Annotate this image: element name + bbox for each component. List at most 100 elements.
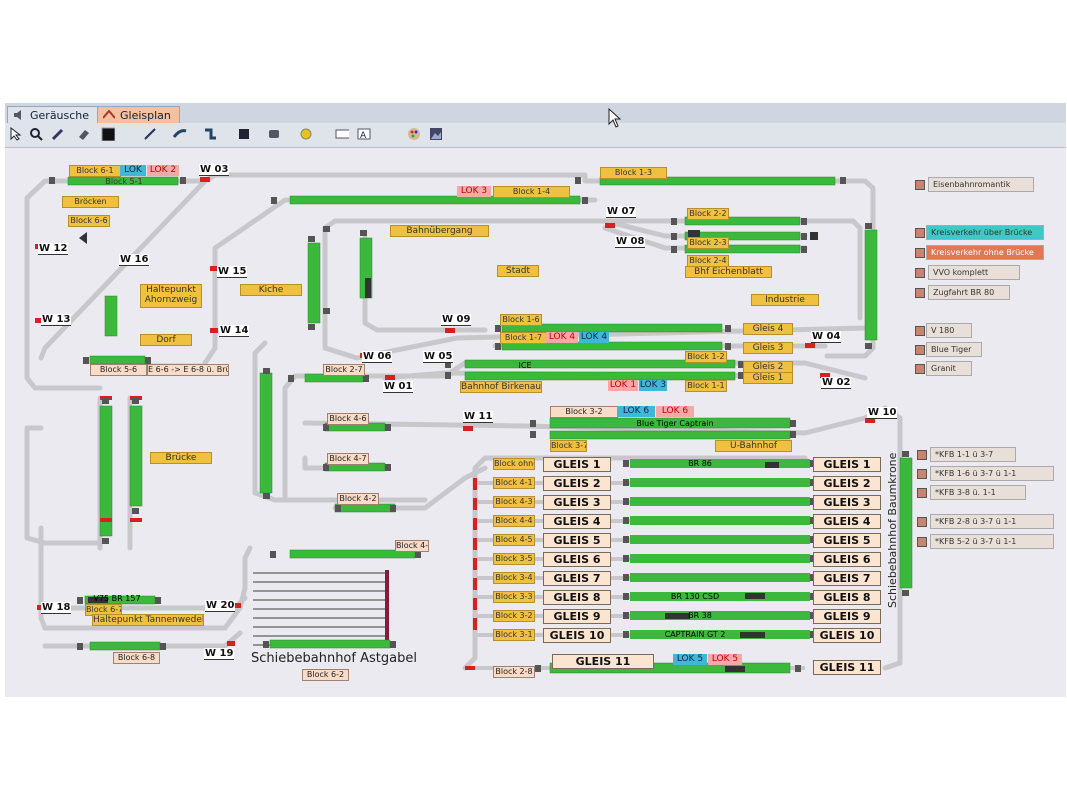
track-label[interactable]: GLEIS 8	[543, 590, 611, 605]
track-label[interactable]: Gleis 3	[743, 342, 793, 354]
switch-w15[interactable]: W 15	[217, 266, 248, 278]
track-label[interactable]: GLEIS 6	[813, 552, 881, 567]
route-button[interactable]	[915, 228, 925, 238]
signal-icon[interactable]	[203, 127, 217, 141]
route-item[interactable]: *KFB 1-6 ü 3-7 ü 1-1	[930, 466, 1054, 481]
track-label[interactable]: GLEIS 2	[543, 476, 611, 491]
track-label[interactable]: GLEIS 10	[543, 628, 611, 643]
line-icon[interactable]	[143, 127, 157, 141]
image-icon[interactable]: A	[357, 127, 371, 141]
route-item[interactable]: *KFB 1-1 ü 3-7	[930, 447, 1016, 462]
switch-w01[interactable]: W 01	[383, 381, 414, 393]
switch-w19[interactable]: W 19	[204, 648, 235, 660]
station-label[interactable]: Bahnhof Birkenau	[460, 381, 542, 393]
switch-w16[interactable]: W 16	[119, 254, 150, 266]
tab-geraeusche[interactable]: Geräusche	[7, 106, 99, 124]
station-label[interactable]: U-Bahnhof	[715, 440, 792, 452]
route-button[interactable]	[917, 488, 927, 498]
paint-icon[interactable]	[77, 127, 91, 141]
switch-w05[interactable]: W 05	[423, 351, 454, 363]
route-button[interactable]	[915, 326, 925, 336]
route-item[interactable]: V 180	[926, 323, 972, 338]
route-button[interactable]	[915, 248, 925, 258]
station-label[interactable]: Haltepunkt Tannenwedel	[92, 614, 204, 626]
switch-w11[interactable]: W 11	[463, 411, 494, 423]
route-item[interactable]: Blue Tiger	[926, 342, 982, 357]
switch-w08[interactable]: W 08	[615, 236, 646, 248]
switch-w18[interactable]: W 18	[41, 602, 72, 614]
place-label[interactable]: Industrie	[751, 294, 819, 306]
track-label[interactable]: GLEIS 11	[813, 660, 881, 675]
switch-w06[interactable]: W 06	[362, 351, 393, 363]
track-label[interactable]: GLEIS 8	[813, 590, 881, 605]
route-button[interactable]	[915, 288, 925, 298]
place-label[interactable]: Stadt	[497, 265, 539, 277]
track-label[interactable]: GLEIS 2	[813, 476, 881, 491]
track-icon[interactable]	[173, 127, 187, 141]
route-button[interactable]	[915, 268, 925, 278]
place-label[interactable]: Kiche	[240, 284, 302, 296]
route-item[interactable]: *KFB 3-8 ü. 1-1	[930, 485, 1026, 500]
text-icon[interactable]	[335, 127, 349, 141]
block-label: Block 3-4	[493, 572, 535, 584]
switch-w13[interactable]: W 13	[41, 314, 72, 326]
track-label[interactable]: GLEIS 4	[543, 514, 611, 529]
switch-w07[interactable]: W 07	[606, 206, 637, 218]
track-label[interactable]: GLEIS 1	[543, 457, 611, 472]
route-button[interactable]	[915, 345, 925, 355]
track-label[interactable]: GLEIS 3	[813, 495, 881, 510]
block-icon[interactable]	[237, 127, 251, 141]
switch-w04[interactable]: W 04	[811, 331, 842, 343]
track-label[interactable]: GLEIS 3	[543, 495, 611, 510]
box-icon[interactable]	[267, 127, 281, 141]
track-label[interactable]: GLEIS 7	[813, 571, 881, 586]
route-item[interactable]: *KFB 5-2 ü 3-7 ü 1-1	[930, 534, 1054, 549]
switch-w20[interactable]: W 20	[205, 600, 236, 612]
cursor-icon[interactable]	[9, 127, 23, 141]
place-label[interactable]: Bröcken	[62, 196, 119, 208]
route-button[interactable]	[917, 517, 927, 527]
track-label[interactable]: GLEIS 1	[813, 457, 881, 472]
tab-gleisplan[interactable]: Gleisplan	[97, 106, 180, 124]
route-button[interactable]	[917, 537, 927, 547]
route-item[interactable]: Eisenbahnromantik	[928, 177, 1034, 192]
track-label[interactable]: GLEIS 10	[813, 628, 881, 643]
route-button[interactable]	[915, 180, 925, 190]
route-item[interactable]: Granit	[926, 361, 972, 376]
zoom-icon[interactable]	[29, 127, 43, 141]
switch-w10[interactable]: W 10	[867, 407, 898, 419]
picture-icon[interactable]	[429, 127, 443, 141]
route-item[interactable]: *KFB 2-8 ü 3-7 ü 1-1	[930, 514, 1054, 529]
color-swatch-icon[interactable]	[101, 127, 115, 141]
pencil-icon[interactable]	[51, 127, 65, 141]
track-label[interactable]: Gleis 4	[743, 323, 793, 335]
switch-w09[interactable]: W 09	[441, 314, 472, 326]
route-button[interactable]	[915, 364, 925, 374]
place-label[interactable]: Brücke	[150, 452, 212, 464]
circle-icon[interactable]	[299, 127, 313, 141]
station-label[interactable]: Haltepunkt Ahornzweig	[140, 284, 202, 308]
place-label[interactable]: Dorf	[140, 334, 192, 346]
track-label[interactable]: GLEIS 7	[543, 571, 611, 586]
track-label[interactable]: GLEIS 9	[813, 609, 881, 624]
switch-w14[interactable]: W 14	[219, 325, 250, 337]
route-button[interactable]	[917, 450, 927, 460]
palette-icon[interactable]	[407, 127, 421, 141]
route-item[interactable]: VVO komplett	[928, 265, 1020, 280]
track-label[interactable]: GLEIS 5	[813, 533, 881, 548]
track-label[interactable]: Gleis 1	[743, 372, 793, 384]
track-label[interactable]: GLEIS 5	[543, 533, 611, 548]
route-item[interactable]: Kreisverkehr ohne Brücke	[926, 245, 1044, 260]
switch-w12[interactable]: W 12	[38, 243, 69, 255]
route-button[interactable]	[917, 469, 927, 479]
route-item[interactable]: Kreisverkehr über Brücke	[926, 225, 1044, 240]
track-label[interactable]: GLEIS 4	[813, 514, 881, 529]
route-item[interactable]: Zugfahrt BR 80	[928, 285, 1010, 300]
track-label[interactable]: GLEIS 6	[543, 552, 611, 567]
place-label[interactable]: Bahnübergang	[390, 225, 489, 237]
station-label[interactable]: Bhf Eichenblatt	[685, 266, 772, 278]
switch-w02[interactable]: W 02	[821, 377, 852, 389]
track-label[interactable]: GLEIS 11	[552, 654, 654, 669]
track-label[interactable]: GLEIS 9	[543, 609, 611, 624]
switch-w03[interactable]: W 03	[199, 164, 230, 176]
